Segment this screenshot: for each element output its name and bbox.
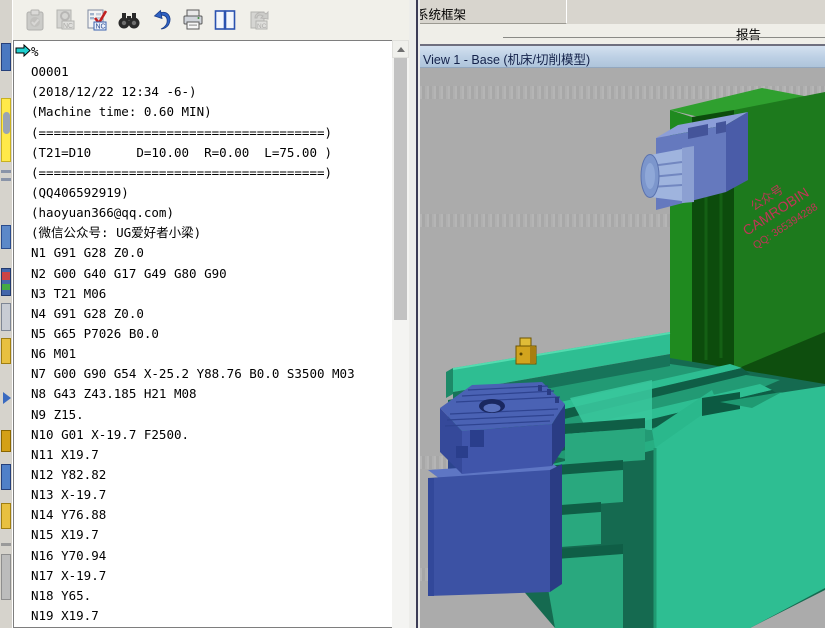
nc-line[interactable]: N19 X19.7 [31,606,392,626]
clipped-icon [1,303,11,331]
nc-file-icon: NC [56,9,75,30]
clipped-icon [1,338,11,364]
nc-line[interactable]: N13 X-19.7 [31,485,392,505]
undo-button[interactable] [150,6,178,34]
nc-line[interactable]: (2018/12/22 12:34 -6-) [31,82,392,102]
panel-splitter[interactable] [409,0,420,628]
nc-line[interactable]: N6 M01 [31,344,392,364]
tool-holder-part [515,337,537,365]
nc-line[interactable]: (======================================) [31,163,392,183]
clipped-icon [1,554,11,600]
nc-line[interactable]: N9 Z15. [31,405,392,425]
frame-title: 系统框架 [420,8,467,22]
nc-line[interactable]: N5 G65 P7026 B0.0 [31,324,392,344]
nc-line[interactable]: N7 G00 G90 G54 X-25.2 Y88.76 B0.0 S3500 … [31,364,392,384]
clipboard-verify-button[interactable] [22,6,50,34]
nc-line-list: % O0001 (2018/12/22 12:34 -6-) (Machine tim… [31,42,392,627]
view-titlebar[interactable]: View 1 - Base (机床/切削模型) [420,46,825,68]
binoculars-icon [118,13,140,29]
nc-export-button[interactable]: NC [246,6,274,34]
main-toolbar: NC NC NC [13,0,416,40]
nc-line[interactable]: N16 Y70.94 [31,546,392,566]
current-line-arrow-icon [15,44,31,57]
nc-line[interactable]: N14 Y76.88 [31,505,392,525]
printer-icon [183,9,203,30]
frame-title-box: 系统框架 [420,0,567,24]
machine-model: 公众号 CAMROBIN QQ: 365394288 [428,88,825,628]
clipped-icon [1,464,11,490]
right-header: 系统框架 报告 [420,0,825,46]
clipped-icon [1,170,11,173]
nc-line[interactable]: N3 T21 M06 [31,284,392,304]
nc-line[interactable]: N18 Y65. [31,586,392,606]
nc-line[interactable]: N1 G91 G28 Z0.0 [31,243,392,263]
nc-line[interactable]: (QQ406592919) [31,183,392,203]
spindle-nose [640,146,694,203]
nc-line[interactable]: (======================================) [31,123,392,143]
nc-line[interactable]: N2 G00 G40 G17 G49 G80 G90 [31,264,392,284]
machine-3d-viewport[interactable]: 公众号 CAMROBIN QQ: 365394288 [420,68,825,628]
report-underline [503,37,825,38]
nc-check-button[interactable]: NC [84,6,112,34]
clipped-icon [2,284,10,290]
report-row: 报告 [420,24,825,46]
nc-program-panel: % O0001 (2018/12/22 12:34 -6-) (Machine tim… [13,40,392,628]
application-window: NC NC NC % O0001 (2018/12/22 12:34 -6-) … [0,0,825,628]
nc-line[interactable]: % [31,42,392,62]
scroll-up-button[interactable] [392,40,409,58]
svg-text:NC: NC [257,23,267,30]
undo-icon [153,9,171,30]
nc-line[interactable]: (Machine time: 0.60 MIN) [31,102,392,122]
svg-text:NC: NC [63,23,73,30]
nc-line[interactable]: N17 X-19.7 [31,566,392,586]
print-button[interactable] [180,6,208,34]
split-panes-icon [214,10,236,30]
nc-line[interactable]: (T21=D10 D=10.00 R=0.00 L=75.00 ) [31,143,392,163]
clipped-icon [1,43,11,71]
nc-line[interactable]: N15 X19.7 [31,525,392,545]
nc-export-icon: NC [250,10,269,30]
split-view-button[interactable] [212,6,240,34]
clipped-icon [1,178,11,181]
view-title: View 1 - Base (机床/切削模型) [423,53,591,67]
clipped-icon [2,272,10,280]
clipped-icon [3,112,10,134]
nc-line[interactable]: N10 G01 X-19.7 F2500. [31,425,392,445]
nc-line[interactable]: N8 G43 Z43.185 H21 M08 [31,384,392,404]
fixture-base [428,462,562,596]
clipped-icon [1,225,11,249]
clipped-icon [3,392,11,404]
nc-check-icon: NC [87,9,108,31]
scroll-thumb[interactable] [394,58,407,320]
clipped-icon [1,543,11,546]
search-button[interactable] [116,6,144,34]
nc-line[interactable]: (haoyuan366@qq.com) [31,203,392,223]
nc-line[interactable]: O0001 [31,62,392,82]
svg-text:NC: NC [96,24,106,31]
clipboard-icon [26,9,44,31]
tab-report[interactable]: 报告 [736,24,761,43]
clipped-icon [1,503,11,529]
nc-line[interactable]: N12 Y82.82 [31,465,392,485]
fixture-pallet [440,382,565,474]
nc-scrollbar[interactable] [392,40,409,628]
nc-review-button[interactable]: NC [52,6,80,34]
nc-line[interactable]: (微信公众号: UG爱好者小梁) [31,223,392,243]
clipped-icon [1,430,11,452]
clipped-left-toolbar [0,0,13,628]
workpiece-fixture [428,382,565,596]
nc-line[interactable]: N11 X19.7 [31,445,392,465]
nc-line[interactable]: N4 G91 G28 Z0.0 [31,304,392,324]
